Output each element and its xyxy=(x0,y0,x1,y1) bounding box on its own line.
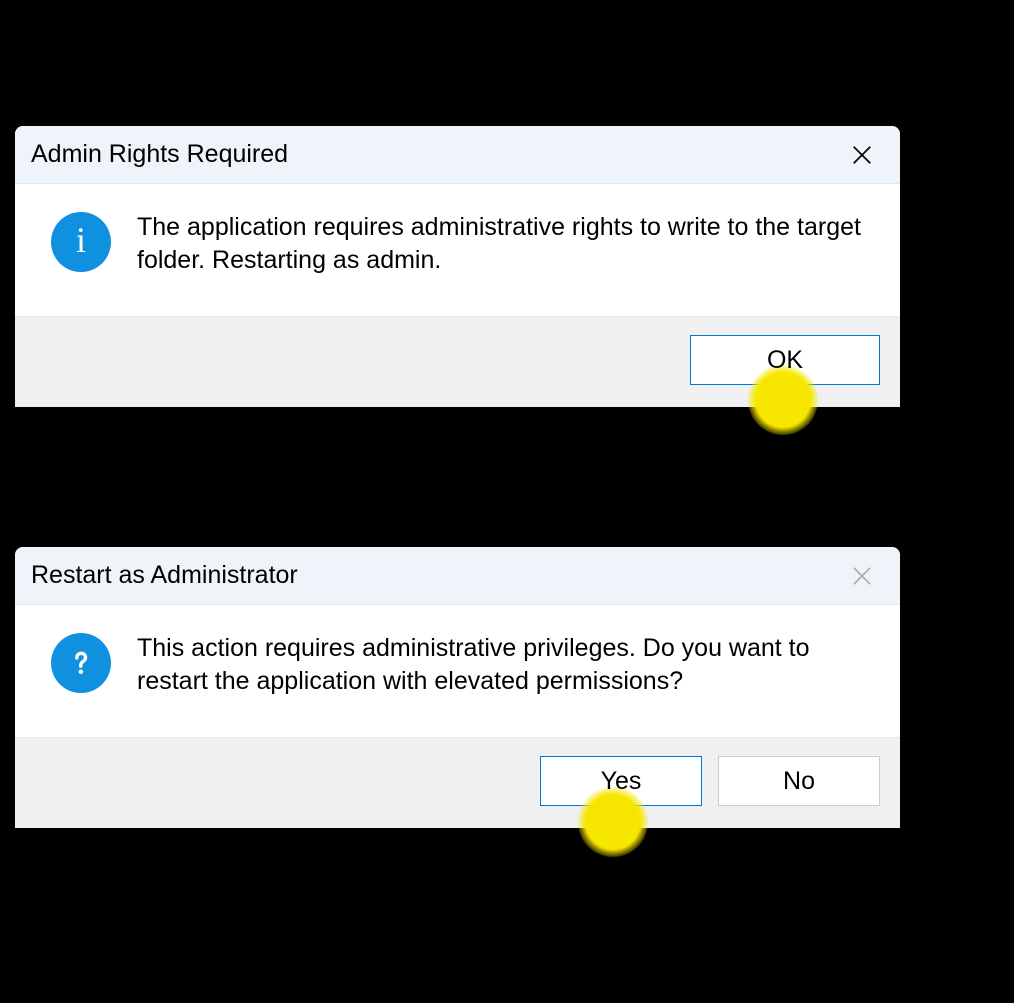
close-icon xyxy=(851,144,873,166)
titlebar: Restart as Administrator xyxy=(15,547,900,605)
question-icon xyxy=(51,633,111,693)
no-button[interactable]: No xyxy=(718,756,880,806)
button-bar: OK xyxy=(15,316,900,407)
yes-button-label: Yes xyxy=(601,767,642,796)
dialog-title: Admin Rights Required xyxy=(31,140,288,169)
close-button[interactable] xyxy=(842,135,882,175)
yes-button[interactable]: Yes xyxy=(540,756,702,806)
dialog-content: i The application requires administrativ… xyxy=(15,184,900,316)
dialog-message: This action requires administrative priv… xyxy=(137,631,864,697)
dialog-content: This action requires administrative priv… xyxy=(15,605,900,737)
dialog-message: The application requires administrative … xyxy=(137,210,864,276)
no-button-label: No xyxy=(783,767,815,796)
dialog-title: Restart as Administrator xyxy=(31,561,298,590)
close-icon xyxy=(851,565,873,587)
dialog-admin-rights-required: Admin Rights Required i The application … xyxy=(15,126,900,407)
button-bar: Yes No xyxy=(15,737,900,828)
dialog-restart-as-administrator: Restart as Administrator This action req… xyxy=(15,547,900,828)
info-icon: i xyxy=(51,212,111,272)
ok-button[interactable]: OK xyxy=(690,335,880,385)
ok-button-label: OK xyxy=(767,346,803,375)
titlebar: Admin Rights Required xyxy=(15,126,900,184)
close-button-disabled xyxy=(842,556,882,596)
